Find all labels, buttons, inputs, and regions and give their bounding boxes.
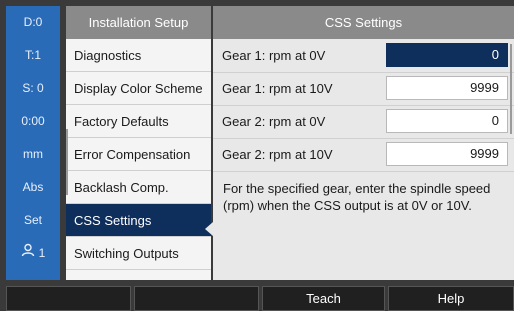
menu-item-css-settings[interactable]: CSS Settings	[66, 204, 211, 237]
settings-row: Gear 1: rpm at 10V 9999	[213, 72, 514, 106]
user-number: 1	[38, 246, 46, 260]
menu-item-backlash-comp[interactable]: Backlash Comp.	[66, 171, 211, 204]
settings-row: Gear 1: rpm at 0V 0	[213, 39, 514, 73]
status-user[interactable]: 1	[6, 237, 60, 270]
status-spindle[interactable]: S: 0	[6, 72, 60, 105]
menu-item-factory-defaults[interactable]: Factory Defaults	[66, 105, 211, 138]
field-label: Gear 2: rpm at 0V	[222, 114, 326, 129]
field-label: Gear 2: rpm at 10V	[222, 147, 333, 162]
gear2-rpm-10v-field[interactable]: 9999	[386, 142, 508, 166]
gear1-rpm-0v-field[interactable]: 0	[386, 43, 508, 67]
settings-row: Gear 2: rpm at 0V 0	[213, 105, 514, 139]
status-bar: D:0 T:1 S: 0 0:00 mm Abs Set 1	[6, 6, 60, 280]
menu-title: Installation Setup	[66, 6, 211, 39]
setup-menu: Installation Setup Diagnostics Display C…	[66, 6, 211, 280]
gear1-rpm-10v-field[interactable]: 9999	[386, 76, 508, 100]
settings-scrollbar[interactable]	[510, 44, 512, 134]
settings-panel: CSS Settings Gear 1: rpm at 0V 0 Gear 1:…	[213, 6, 514, 280]
selection-pointer-icon	[205, 222, 213, 236]
menu-scrollbar[interactable]	[66, 129, 68, 195]
status-units[interactable]: mm	[6, 138, 60, 171]
menu-item-error-compensation[interactable]: Error Compensation	[66, 138, 211, 171]
field-label: Gear 1: rpm at 0V	[222, 48, 326, 63]
menu-item-display-color-scheme[interactable]: Display Color Scheme	[66, 72, 211, 105]
teach-button[interactable]: Teach	[262, 286, 385, 311]
status-datum[interactable]: D:0	[6, 6, 60, 39]
screen: D:0 T:1 S: 0 0:00 mm Abs Set 1 Installat…	[0, 0, 514, 311]
settings-row: Gear 2: rpm at 10V 9999	[213, 138, 514, 172]
help-button[interactable]: Help	[388, 286, 514, 311]
softkey-bar: Teach Help	[6, 286, 514, 311]
status-set[interactable]: Set	[6, 204, 60, 237]
status-tool[interactable]: T:1	[6, 39, 60, 72]
status-timer[interactable]: 0:00	[6, 105, 60, 138]
menu-item-diagnostics[interactable]: Diagnostics	[66, 39, 211, 72]
gear2-rpm-0v-field[interactable]: 0	[386, 109, 508, 133]
help-text: For the specified gear, enter the spindl…	[223, 181, 491, 213]
status-mode[interactable]: Abs	[6, 171, 60, 204]
field-label: Gear 1: rpm at 10V	[222, 81, 333, 96]
softkey-2[interactable]	[134, 286, 259, 311]
menu-item-switching-outputs[interactable]: Switching Outputs	[66, 237, 211, 270]
user-icon	[21, 237, 35, 270]
settings-title: CSS Settings	[213, 6, 514, 39]
softkey-1[interactable]	[6, 286, 131, 311]
